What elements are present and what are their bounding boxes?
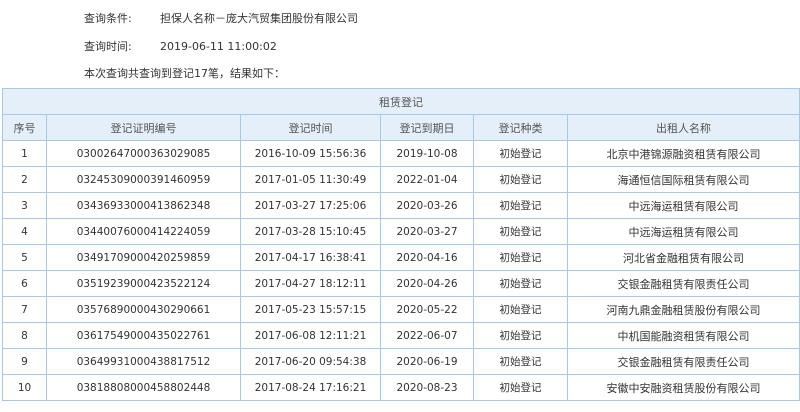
query-condition-value: 担保人名称－庞大汽贸集团股份有限公司 — [160, 12, 358, 25]
header-lessor-name: 出租人名称 — [567, 114, 800, 141]
cell-cert-number: 03818808000458802448 — [46, 374, 241, 401]
cell-lessor-name: 安徽中安融资租赁股份有限公司 — [567, 374, 800, 401]
cell-reg-type: 初始登记 — [473, 322, 568, 349]
query-time-line: 查询时间: 2019-06-11 11:00:02 — [0, 40, 800, 54]
header-cert-number: 登记证明编号 — [46, 114, 241, 141]
cell-lessor-name: 海通恒信国际租赁有限公司 — [567, 166, 800, 193]
cell-reg-type: 初始登记 — [473, 192, 568, 219]
cell-lessor-name: 河南九鼎金融租赁股份有限公司 — [567, 296, 800, 323]
cell-lessor-name: 北京中港锦源融资租赁有限公司 — [567, 140, 800, 167]
cell-reg-time: 2017-01-05 11:30:49 — [240, 166, 381, 193]
cell-expiry-date: 2022-06-07 — [380, 322, 474, 349]
cell-lessor-name: 交银金融租赁有限责任公司 — [567, 270, 800, 297]
cell-lessor-name: 中机国能融资租赁有限公司 — [567, 322, 800, 349]
cell-reg-type: 初始登记 — [473, 218, 568, 245]
cell-expiry-date: 2020-03-27 — [380, 218, 474, 245]
cell-cert-number: 03440076000414224059 — [46, 218, 241, 245]
cell-expiry-date: 2020-08-23 — [380, 374, 474, 401]
cell-lessor-name: 河北省金融租赁有限公司 — [567, 244, 800, 271]
table-row: 5 03491709000420259859 2017-04-17 16:38:… — [2, 244, 800, 271]
cell-seq: 5 — [2, 244, 47, 271]
cell-seq: 7 — [2, 296, 47, 323]
query-condition-line: 查询条件: 担保人名称－庞大汽贸集团股份有限公司 — [0, 12, 800, 26]
cell-expiry-date: 2020-03-26 — [380, 192, 474, 219]
table-row: 7 03576890000430290661 2017-05-23 15:57:… — [2, 296, 800, 323]
cell-reg-type: 初始登记 — [473, 166, 568, 193]
cell-seq: 8 — [2, 322, 47, 349]
table-row: 4 03440076000414224059 2017-03-28 15:10:… — [2, 218, 800, 245]
cell-expiry-date: 2020-04-26 — [380, 270, 474, 297]
cell-reg-type: 初始登记 — [473, 270, 568, 297]
cell-cert-number: 03002647000363029085 — [46, 140, 241, 167]
query-condition-label: 查询条件: — [84, 12, 132, 25]
cell-expiry-date: 2020-05-22 — [380, 296, 474, 323]
cell-reg-time: 2017-05-23 15:57:15 — [240, 296, 381, 323]
cell-reg-type: 初始登记 — [473, 296, 568, 323]
table-row: 2 03245309000391460959 2017-01-05 11:30:… — [2, 166, 800, 193]
cell-lessor-name: 中远海运租赁有限公司 — [567, 192, 800, 219]
table-row: 1 03002647000363029085 2016-10-09 15:56:… — [2, 140, 800, 167]
cell-expiry-date: 2020-06-19 — [380, 348, 474, 375]
cell-reg-time: 2017-04-27 18:12:11 — [240, 270, 381, 297]
cell-expiry-date: 2019-10-08 — [380, 140, 474, 167]
cell-reg-time: 2017-08-24 17:16:21 — [240, 374, 381, 401]
lease-registration-table-wrap: 租赁登记 序号 登记证明编号 登记时间 登记到期日 登记种类 出租人名称 1 0… — [2, 88, 800, 401]
table-row: 6 03519239000423522124 2017-04-27 18:12:… — [2, 270, 800, 297]
header-reg-type: 登记种类 — [473, 114, 568, 141]
cell-seq: 4 — [2, 218, 47, 245]
cell-reg-time: 2016-10-09 15:56:36 — [240, 140, 381, 167]
cell-cert-number: 03436933000413862348 — [46, 192, 241, 219]
cell-seq: 1 — [2, 140, 47, 167]
table-header-row: 序号 登记证明编号 登记时间 登记到期日 登记种类 出租人名称 — [2, 114, 800, 141]
cell-cert-number: 03617549000435022761 — [46, 322, 241, 349]
cell-cert-number: 03649931000438817512 — [46, 348, 241, 375]
table-row: 8 03617549000435022761 2017-06-08 12:11:… — [2, 322, 800, 349]
query-summary: 本次查询共查询到登记17笔，结果如下： — [84, 67, 285, 80]
cell-lessor-name: 中远海运租赁有限公司 — [567, 218, 800, 245]
lease-registration-table: 租赁登记 序号 登记证明编号 登记时间 登记到期日 登记种类 出租人名称 1 0… — [2, 88, 800, 401]
cell-reg-type: 初始登记 — [473, 374, 568, 401]
header-expiry-date: 登记到期日 — [380, 114, 474, 141]
cell-reg-type: 初始登记 — [473, 348, 568, 375]
cell-expiry-date: 2020-04-16 — [380, 244, 474, 271]
cell-reg-type: 初始登记 — [473, 244, 568, 271]
table-caption-row: 租赁登记 — [2, 88, 800, 115]
cell-seq: 6 — [2, 270, 47, 297]
query-time-label: 查询时间: — [84, 40, 132, 53]
table-caption: 租赁登记 — [2, 88, 800, 115]
cell-cert-number: 03576890000430290661 — [46, 296, 241, 323]
cell-cert-number: 03245309000391460959 — [46, 166, 241, 193]
header-seq: 序号 — [2, 114, 47, 141]
cell-reg-time: 2017-03-28 15:10:45 — [240, 218, 381, 245]
cell-lessor-name: 交银金融租赁有限责任公司 — [567, 348, 800, 375]
cell-reg-time: 2017-06-08 12:11:21 — [240, 322, 381, 349]
cell-seq: 3 — [2, 192, 47, 219]
cell-reg-type: 初始登记 — [473, 140, 568, 167]
table-row: 9 03649931000438817512 2017-06-20 09:54:… — [2, 348, 800, 375]
cell-cert-number: 03491709000420259859 — [46, 244, 241, 271]
cell-reg-time: 2017-04-17 16:38:41 — [240, 244, 381, 271]
cell-expiry-date: 2022-01-04 — [380, 166, 474, 193]
table-row: 3 03436933000413862348 2017-03-27 17:25:… — [2, 192, 800, 219]
header-reg-time: 登记时间 — [240, 114, 381, 141]
cell-reg-time: 2017-06-20 09:54:38 — [240, 348, 381, 375]
table-row: 10 03818808000458802448 2017-08-24 17:16… — [2, 374, 800, 401]
cell-seq: 9 — [2, 348, 47, 375]
cell-seq: 10 — [2, 374, 47, 401]
query-time-value: 2019-06-11 11:00:02 — [160, 40, 277, 53]
cell-reg-time: 2017-03-27 17:25:06 — [240, 192, 381, 219]
cell-cert-number: 03519239000423522124 — [46, 270, 241, 297]
cell-seq: 2 — [2, 166, 47, 193]
